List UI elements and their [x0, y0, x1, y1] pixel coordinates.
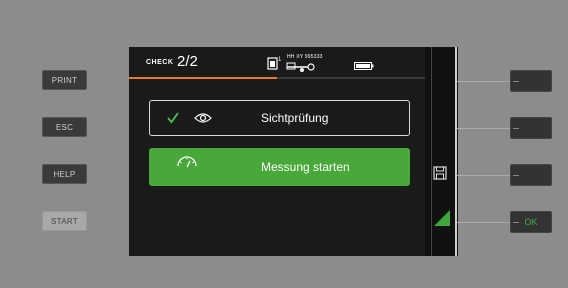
checkmark-icon — [167, 112, 179, 124]
page-counter: 2/2 — [177, 53, 198, 70]
check-logo: CHECK — [146, 59, 174, 66]
start-triangle-icon[interactable] — [433, 209, 451, 227]
save-icon[interactable] — [433, 166, 447, 180]
softkey-2-button[interactable] — [510, 117, 552, 139]
option-messung-starten[interactable]: Messung starten — [149, 148, 410, 186]
eye-icon — [194, 113, 212, 123]
softkey-1-button[interactable] — [510, 70, 552, 92]
device-id: HH XY 995333 — [287, 54, 323, 60]
print-button[interactable]: PRINT — [42, 70, 87, 90]
panel-border — [455, 47, 457, 256]
progress-bar — [129, 77, 425, 79]
ok-button[interactable]: OK — [510, 211, 552, 233]
panel-divider — [431, 47, 432, 256]
screen-header: CHECK 2/2 1 HH XY 995333 — [129, 47, 425, 81]
softkey-dash — [513, 175, 519, 176]
svg-text:1: 1 — [278, 57, 282, 63]
progress-fill — [129, 77, 277, 79]
option-label: Messung starten — [261, 160, 350, 174]
help-button[interactable]: HELP — [42, 164, 87, 184]
softkey-dash — [513, 222, 519, 223]
softkey-dash — [513, 81, 519, 82]
esc-button[interactable]: ESC — [42, 117, 87, 137]
connector-line — [457, 128, 510, 129]
connector-line — [457, 175, 510, 176]
connector-line — [457, 222, 510, 223]
softkey-3-button[interactable] — [510, 164, 552, 186]
device-frame: PRINT ESC HELP START CHECK 2/2 1 HH XY 9… — [0, 0, 568, 288]
option-sichtpruefung[interactable]: Sichtprüfung — [149, 100, 410, 136]
option-label: Sichtprüfung — [261, 111, 329, 125]
main-screen: CHECK 2/2 1 HH XY 995333 Sichtprüfung Me… — [129, 47, 425, 256]
device-icon: 1 — [267, 57, 282, 70]
softkey-dash — [513, 128, 519, 129]
connector-line — [457, 81, 510, 82]
cable-icon — [286, 62, 315, 72]
battery-icon — [354, 62, 374, 70]
gauge-icon — [177, 156, 197, 168]
start-button[interactable]: START — [42, 211, 87, 231]
ok-label: OK — [524, 217, 538, 227]
